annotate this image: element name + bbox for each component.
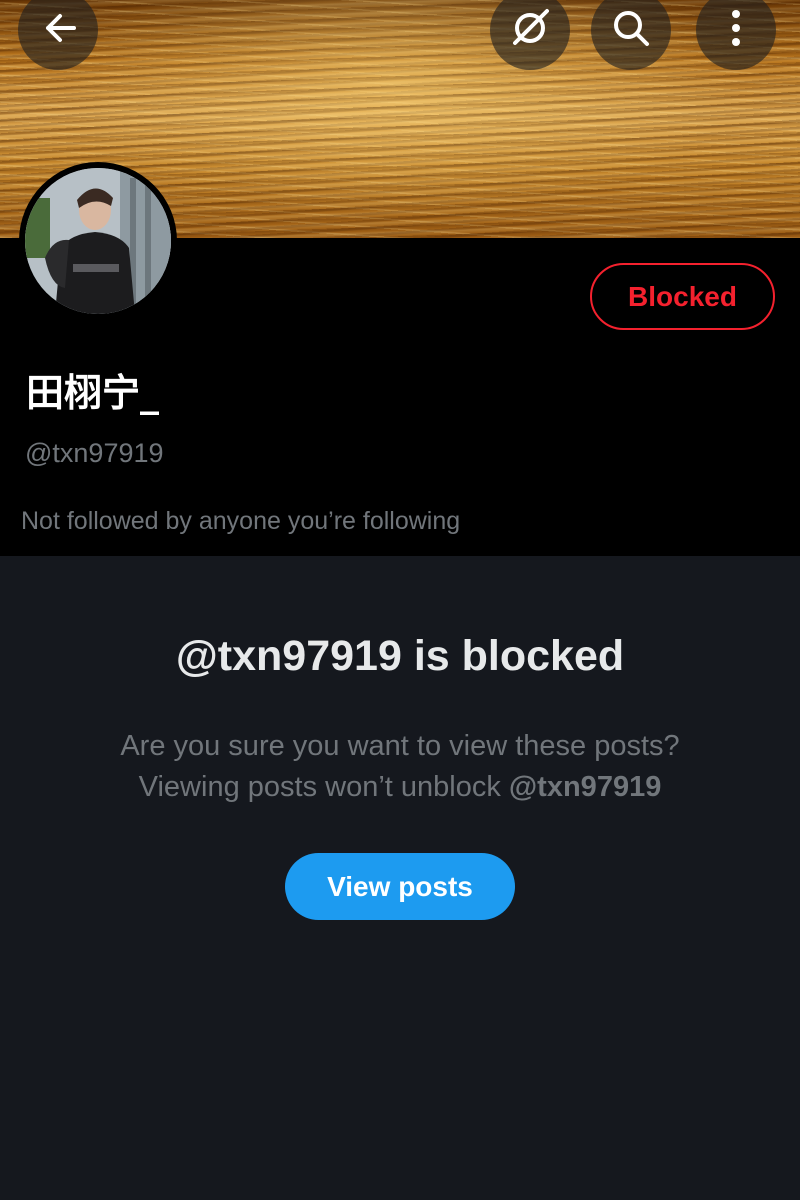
blocked-notice-handle: @txn97919 [508, 771, 662, 803]
arrow-left-icon [38, 8, 78, 53]
blocked-button-label: Blocked [628, 280, 737, 312]
blocked-button[interactable]: Blocked [590, 263, 775, 330]
blocked-notice-line-2: Viewing posts won’t unblock @txn97919 [0, 767, 800, 808]
view-posts-button[interactable]: View posts [285, 853, 515, 920]
user-handle: @txn97919 [25, 438, 164, 468]
avatar[interactable] [19, 162, 177, 320]
blocked-notice-title: @txn97919 is blocked [175, 632, 625, 680]
blocked-notice-line-1: Are you sure you want to view these post… [120, 730, 680, 762]
display-name: 田栩宁_ [26, 371, 160, 415]
blocked-notice-message: Are you sure you want to view these post… [0, 726, 800, 808]
view-posts-label: View posts [327, 870, 473, 902]
blocked-notice-line-2-text: Viewing posts won’t unblock [138, 771, 509, 803]
more-vertical-icon [726, 6, 746, 55]
search-icon [609, 6, 653, 55]
followed-by-note: Not followed by anyone you’re following [21, 507, 461, 535]
grok-icon [507, 5, 553, 56]
avatar-image [25, 168, 171, 314]
